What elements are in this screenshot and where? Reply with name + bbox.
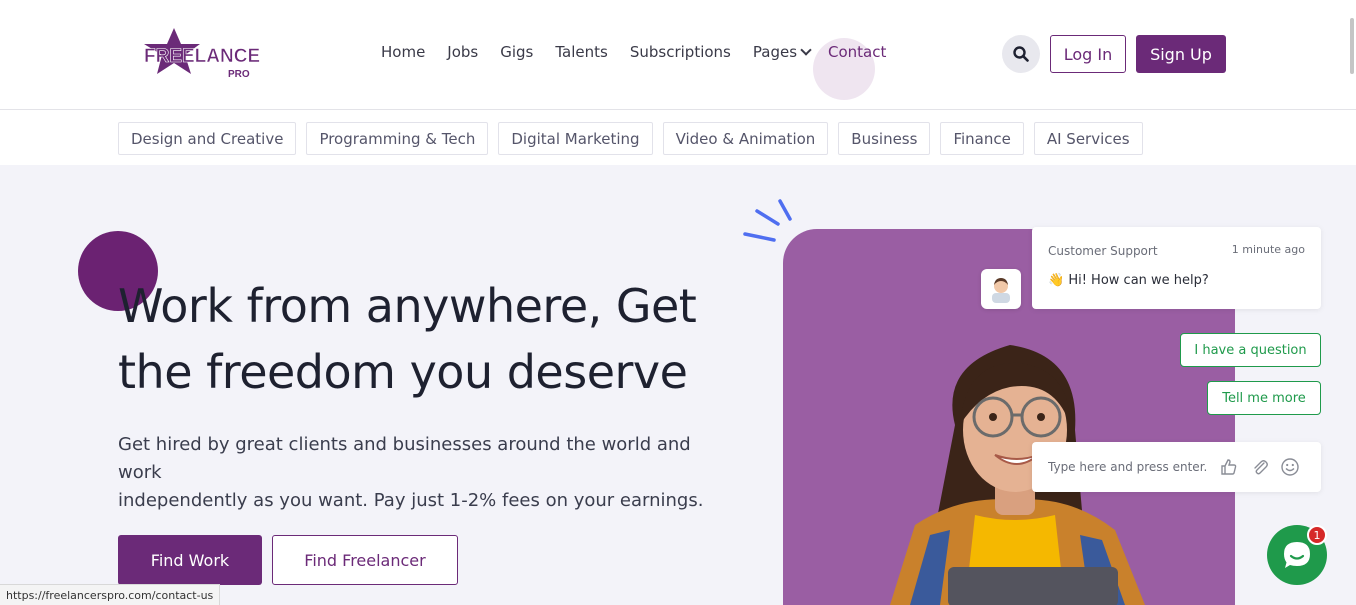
nav-gigs[interactable]: Gigs — [500, 43, 533, 61]
chat-message-card: Customer Support 1 minute ago 👋 Hi! How … — [1032, 227, 1321, 309]
category-ai-services[interactable]: AI Services — [1033, 122, 1143, 155]
agent-avatar-icon — [992, 278, 1010, 303]
main-nav: Home Jobs Gigs Talents Subscriptions Pag… — [381, 43, 908, 61]
category-programming-tech[interactable]: Programming & Tech — [306, 122, 489, 155]
chat-agent-name: Customer Support — [1048, 244, 1158, 258]
browser-status-bar: https://freelancerspro.com/contact-us — [0, 584, 221, 605]
page-scrollbar[interactable] — [1350, 18, 1354, 74]
chat-input-box[interactable]: Type here and press enter.. — [1032, 442, 1321, 492]
svg-text:PRO: PRO — [228, 69, 250, 80]
chevron-down-icon — [800, 44, 812, 56]
category-design-and-creative[interactable]: Design and Creative — [118, 122, 297, 155]
chat-timestamp: 1 minute ago — [1231, 243, 1305, 256]
search-button[interactable] — [1002, 35, 1040, 73]
status-url: https://freelancerspro.com/contact-us — [6, 588, 214, 602]
quick-reply-question[interactable]: I have a question — [1180, 333, 1321, 367]
site-header: FREELANCER PRO Home Jobs Gigs Talents Su… — [0, 0, 1356, 110]
logo-star-icon: FREELANCER PRO — [144, 28, 274, 80]
hero-title-line-2: the freedom you deserve — [118, 345, 688, 399]
category-video-animation[interactable]: Video & Animation — [662, 122, 829, 155]
hero-title-line-1: Work from anywhere, Get — [118, 279, 697, 333]
nav-pages[interactable]: Pages — [752, 43, 812, 61]
search-icon — [1013, 46, 1029, 62]
hero-subtitle-line-2: independently as you want. Pay just 1-2%… — [118, 490, 704, 511]
category-finance[interactable]: Finance — [940, 122, 1024, 155]
nav-talents[interactable]: Talents — [555, 43, 607, 61]
category-digital-marketing[interactable]: Digital Marketing — [498, 122, 653, 155]
quick-reply-tell-more[interactable]: Tell me more — [1207, 381, 1321, 415]
paperclip-icon[interactable] — [1250, 457, 1270, 477]
chat-message-text: 👋 Hi! How can we help? — [1048, 273, 1209, 288]
chat-bubble-icon — [1284, 542, 1310, 568]
hero-title: Work from anywhere, Get the freedom you … — [118, 273, 738, 405]
nav-home[interactable]: Home — [381, 43, 425, 61]
category-bar: Design and Creative Programming & Tech D… — [0, 111, 1356, 165]
thumbs-up-icon[interactable] — [1219, 457, 1239, 477]
unread-count-badge: 1 — [1307, 525, 1327, 545]
freelancer-pro-logo[interactable]: FREELANCER PRO — [140, 26, 274, 82]
nav-jobs[interactable]: Jobs — [447, 43, 478, 61]
find-work-button[interactable]: Find Work — [118, 535, 262, 585]
category-business[interactable]: Business — [838, 122, 931, 155]
svg-text:FREELANCER: FREELANCER — [144, 46, 260, 67]
hero-subtitle-line-1: Get hired by great clients and businesse… — [118, 434, 691, 483]
hero-subtitle: Get hired by great clients and businesse… — [118, 431, 718, 515]
nav-pages-label: Pages — [752, 43, 798, 61]
chat-input-placeholder: Type here and press enter.. — [1048, 460, 1208, 474]
nav-subscriptions[interactable]: Subscriptions — [630, 43, 731, 61]
signup-button[interactable]: Sign Up — [1136, 35, 1226, 73]
login-button[interactable]: Log In — [1050, 35, 1126, 73]
emoji-icon[interactable] — [1280, 457, 1300, 477]
nav-contact[interactable]: Contact — [828, 43, 886, 61]
support-agent-avatar — [981, 269, 1021, 309]
find-freelancer-button[interactable]: Find Freelancer — [272, 535, 458, 585]
